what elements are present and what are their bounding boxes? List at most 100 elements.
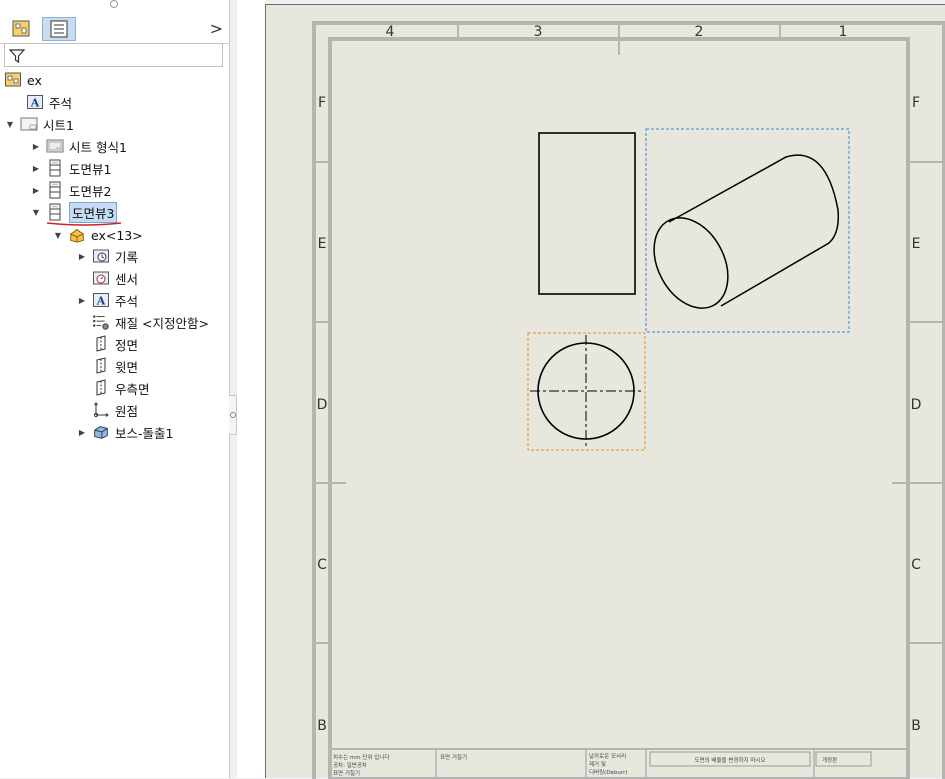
title-block-note: 개정판 [822, 756, 837, 764]
tree-item-label: 재질 <지정안함> [115, 315, 209, 331]
tree-item-label: 원점 [115, 403, 139, 419]
tree-filter-input[interactable] [4, 43, 223, 67]
expand-arrow-icon[interactable]: ▶ [76, 294, 88, 306]
material-icon [92, 313, 110, 331]
svg-text:A: A [30, 97, 40, 110]
tree-item[interactable]: ▶ 도면뷰2 [30, 180, 111, 200]
expand-arrow-icon[interactable]: ▶ [30, 162, 42, 174]
more-tabs-chevron-icon[interactable]: > [210, 19, 223, 38]
zone-row-label: B [317, 718, 327, 734]
panel-grip-handle[interactable] [110, 0, 118, 8]
canvas-margin [237, 0, 265, 778]
drawing-view-icon [46, 181, 64, 199]
expand-arrow-icon[interactable]: ▶ [30, 184, 42, 196]
tree-item-label: 도면뷰2 [69, 183, 112, 199]
tab-feature-manager[interactable] [4, 17, 38, 41]
tree-item-label: 센서 [115, 271, 139, 287]
history-folder-icon [92, 247, 110, 265]
zone-row-label: C [317, 557, 327, 573]
drawing-icon [4, 71, 22, 89]
tree-item[interactable]: ▼ 도면뷰3 [30, 201, 118, 223]
filter-icon [8, 49, 26, 64]
tree-item[interactable]: ex [4, 70, 42, 90]
tree-item-label: 정면 [115, 337, 139, 353]
tree-item-label: ex [27, 72, 42, 88]
origin-icon [92, 401, 110, 419]
tab-property-manager[interactable] [42, 17, 76, 41]
title-block-note: 디버링(Deburr) [589, 768, 628, 776]
tree-item-label: 우측면 [115, 381, 150, 397]
tree-item[interactable]: 정면 [76, 334, 138, 354]
panel-tab-bar: > [0, 13, 229, 44]
tree-item[interactable]: 센서 [76, 268, 138, 288]
title-block-note: 제거 및 [589, 760, 606, 768]
part-icon [68, 226, 86, 244]
tree-item-label: 주석 [115, 293, 139, 309]
tree-item[interactable]: 우측면 [76, 378, 150, 398]
title-block-note: 치수는 mm 단위 입니다 [333, 753, 389, 761]
title-block-note: 표면 거칠기 [333, 769, 360, 777]
feature-manager-icon [12, 20, 30, 37]
collapse-arrow-icon[interactable]: ▼ [52, 229, 64, 241]
zone-row-label: D [911, 397, 922, 413]
zone-row-label: E [318, 236, 327, 252]
title-block-note: 표면 거칠기 [440, 753, 467, 761]
tree-item[interactable]: ▼ ex<13> [52, 225, 143, 245]
tree-item[interactable]: ▶ 도면뷰1 [30, 158, 111, 178]
tree-item[interactable]: ▶ A 주석 [76, 290, 138, 310]
sheet-inner-border [328, 37, 910, 779]
title-block-note: 도면의 배율을 변경하지 마시오 [694, 756, 765, 764]
panel-splitter-handle[interactable] [229, 395, 237, 435]
tree-item-label: 기록 [115, 249, 139, 265]
sheet-canvas[interactable]: 4 3 2 1 F E D C B F E D C B 치수는 mm 단위 입니… [266, 5, 945, 779]
tree-item-label: ex<13> [91, 227, 143, 243]
zone-column-label: 2 [695, 24, 704, 40]
sheet-icon [20, 115, 38, 133]
plane-icon [92, 379, 110, 397]
collapse-arrow-icon[interactable]: ▼ [4, 118, 16, 130]
feature-tree-panel: > ex A 주석 ▼ 시트1 ▶ 시트 형식1 ▶ 도면뷰1 ▶ 도면뷰2 ▼ 도면뷰3 ▼ ex<13>… [0, 0, 230, 778]
plane-icon [92, 335, 110, 353]
expand-arrow-icon[interactable]: ▶ [76, 250, 88, 262]
expand-arrow-icon[interactable]: ▶ [30, 140, 42, 152]
tree-item[interactable]: ▼ 시트1 [4, 114, 74, 134]
tree-item[interactable]: ▶ 보스-돌출1 [76, 422, 174, 442]
tree-item[interactable]: 원점 [76, 400, 138, 420]
annotation-folder-icon: A [92, 291, 110, 309]
zone-column-label: 4 [386, 24, 395, 40]
side-view-rectangle[interactable] [538, 132, 636, 295]
tree-item[interactable]: ▶ 시트 형식1 [30, 136, 127, 156]
isometric-view-frame[interactable] [645, 128, 850, 333]
collapse-arrow-icon[interactable]: ▼ [30, 206, 42, 218]
zone-row-label: F [912, 95, 920, 111]
boss-extrude-icon [92, 423, 110, 441]
property-manager-icon [50, 20, 68, 38]
tree-item[interactable]: 재질 <지정안함> [76, 312, 209, 332]
drawing-sheet[interactable]: 4 3 2 1 F E D C B F E D C B 치수는 mm 단위 입니… [265, 4, 945, 779]
title-block-note: 날카로운 모서리 [589, 752, 626, 760]
zone-column-label: 1 [839, 24, 848, 40]
sheet-format-icon [46, 137, 64, 155]
zone-column-label: 3 [534, 24, 543, 40]
isometric-cylinder[interactable] [639, 154, 840, 321]
tree-item[interactable]: 윗면 [76, 356, 138, 376]
tree-item-label: 보스-돌출1 [115, 425, 174, 441]
plane-icon [92, 357, 110, 375]
red-underline-annotation [46, 222, 122, 226]
zone-row-label: C [911, 557, 921, 573]
expand-arrow-icon[interactable]: ▶ [76, 426, 88, 438]
zone-row-label: B [911, 718, 921, 734]
tree-item-label: 주석 [49, 95, 73, 111]
zone-row-label: D [317, 397, 328, 413]
drawing-view-icon [46, 203, 64, 221]
tree-item[interactable]: ▶ 기록 [76, 246, 138, 266]
tree-item-label: 윗면 [115, 359, 139, 375]
title-block: 치수는 mm 단위 입니다 공차: 일반공차 표면 거칠기 표면 거칠기 날카로… [330, 748, 908, 779]
tree-item[interactable]: A 주석 [26, 92, 72, 112]
annotation-folder-icon: A [26, 93, 44, 111]
